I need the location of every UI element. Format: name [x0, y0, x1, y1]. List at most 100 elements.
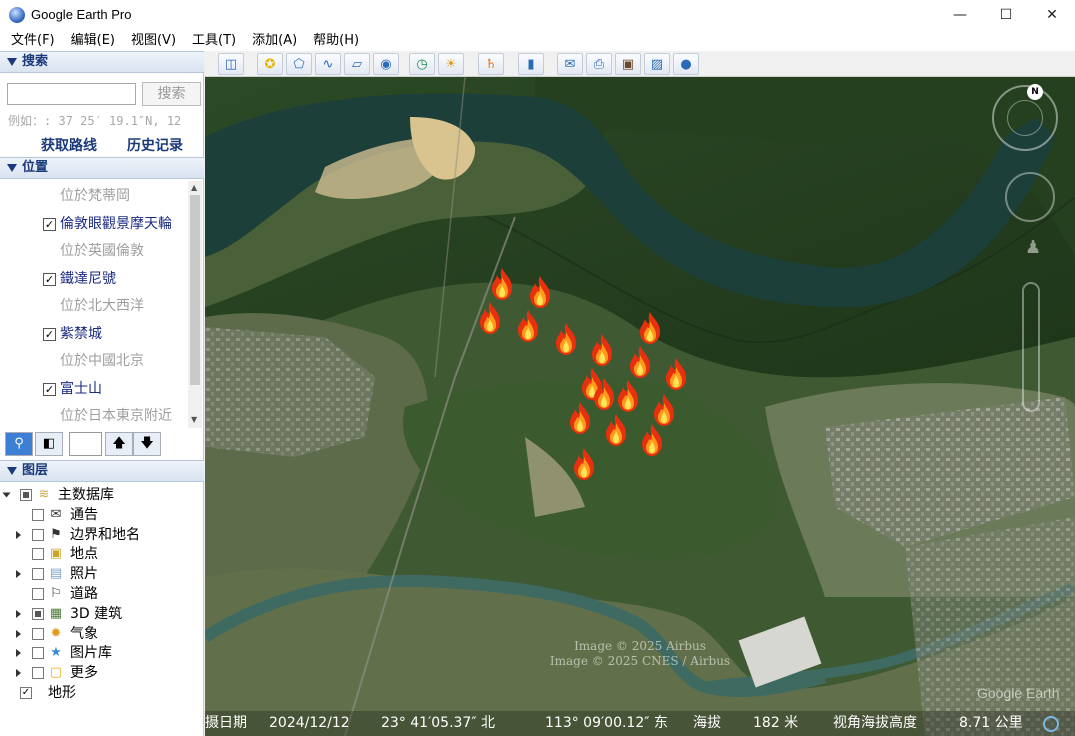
maps-button[interactable]: ●: [673, 53, 699, 75]
minimize-button[interactable]: —: [937, 0, 983, 30]
menu-help[interactable]: 帮助(H): [308, 30, 364, 51]
get-directions-link[interactable]: 获取路线: [41, 135, 97, 155]
email-button[interactable]: ✉: [557, 53, 583, 75]
move-down-button[interactable]: 🡇: [133, 432, 161, 456]
history-button[interactable]: ◷: [409, 53, 435, 75]
look-joystick[interactable]: [1005, 172, 1055, 222]
expander-collapsed-icon[interactable]: [16, 629, 21, 638]
place-checkbox[interactable]: ✓: [43, 327, 56, 341]
layer-item[interactable]: ▢ 更多: [0, 663, 204, 683]
place-checkbox[interactable]: ✓: [43, 272, 56, 286]
layer-checkbox[interactable]: [20, 489, 32, 501]
menu-tools[interactable]: 工具(T): [187, 30, 241, 51]
compass-north-icon[interactable]: N: [1027, 84, 1043, 100]
tour-button[interactable]: ◉: [373, 53, 399, 75]
place-checkbox[interactable]: ✓: [43, 382, 56, 396]
fire-icon[interactable]: [603, 413, 629, 447]
path-button[interactable]: ∿: [315, 53, 341, 75]
search-places-button[interactable]: ⚲: [5, 432, 33, 456]
expander-collapsed-icon[interactable]: [16, 570, 21, 579]
places-filter-input[interactable]: [69, 432, 102, 456]
scroll-up-icon[interactable]: ▲: [191, 183, 197, 192]
layer-item[interactable]: ✹ 气象: [0, 624, 204, 644]
sun-button[interactable]: ☀: [438, 53, 464, 75]
layer-item[interactable]: ▦ 3D 建筑: [0, 604, 204, 624]
fire-icon[interactable]: [651, 393, 677, 427]
fire-icon[interactable]: [571, 447, 597, 481]
fire-icon[interactable]: [567, 401, 593, 435]
planets-button[interactable]: ♄: [478, 53, 504, 75]
layer-checkbox[interactable]: [32, 508, 44, 521]
sidebar-toggle-button[interactable]: ◫: [218, 53, 244, 75]
menu-edit[interactable]: 编辑(E): [66, 30, 120, 51]
layer-item[interactable]: ⚐ 道路: [0, 584, 204, 604]
expander-collapsed-icon[interactable]: [16, 649, 21, 658]
fire-icon[interactable]: [591, 377, 617, 411]
layer-checkbox[interactable]: [32, 588, 44, 600]
layer-checkbox[interactable]: [32, 667, 44, 680]
earth-view[interactable]: N ♟ Image © 2025 Airbus Image © 2025 CNE…: [205, 77, 1075, 736]
layer-checkbox[interactable]: [32, 627, 44, 640]
expander-expanded-icon[interactable]: [2, 492, 11, 498]
fire-icon[interactable]: [589, 333, 615, 367]
menu-view[interactable]: 视图(V): [126, 30, 181, 51]
menu-add[interactable]: 添加(A): [247, 30, 302, 51]
layer-checkbox[interactable]: [32, 568, 44, 581]
fire-icon[interactable]: [527, 275, 553, 309]
search-panel-header[interactable]: 搜索: [0, 51, 204, 73]
overlay-button[interactable]: ▱: [344, 53, 370, 75]
layer-item[interactable]: ▤ 照片: [0, 564, 204, 584]
split-view-button[interactable]: ◧: [35, 432, 63, 456]
search-input[interactable]: [7, 83, 136, 105]
layer-item[interactable]: ≋ 主数据库: [0, 485, 204, 505]
print-button[interactable]: ⎙: [586, 53, 612, 75]
layer-checkbox[interactable]: [32, 548, 44, 561]
navigation-compass[interactable]: [992, 85, 1058, 151]
layer-item[interactable]: ✓ 地形: [0, 683, 204, 703]
layer-item[interactable]: ▣ 地点: [0, 544, 204, 564]
placemark-button[interactable]: ✪: [257, 53, 283, 75]
maximize-button[interactable]: ☐: [983, 0, 1029, 30]
layer-item[interactable]: ✉ 通告: [0, 505, 204, 525]
zoom-slider[interactable]: [1022, 282, 1040, 412]
expander-collapsed-icon[interactable]: [16, 669, 21, 678]
layer-checkbox[interactable]: [32, 528, 44, 541]
move-up-button[interactable]: 🡅: [105, 432, 133, 456]
places-panel-header[interactable]: 位置: [0, 157, 204, 179]
polygon-button[interactable]: ⬠: [286, 53, 312, 75]
ruler-button[interactable]: ▮: [518, 53, 544, 75]
close-button[interactable]: ✕: [1029, 0, 1075, 30]
fire-icon[interactable]: [489, 267, 515, 301]
search-button[interactable]: 搜索: [142, 82, 201, 106]
place-checkbox[interactable]: ✓: [43, 217, 56, 231]
save-image-button[interactable]: ▣: [615, 53, 641, 75]
fire-icon[interactable]: [663, 357, 689, 391]
fire-icon[interactable]: [553, 322, 579, 356]
scroll-thumb[interactable]: [190, 195, 200, 385]
layers-panel-header[interactable]: 图层: [0, 460, 204, 482]
place-item[interactable]: ✓ 倫敦眼觀景摩天輪: [0, 211, 188, 238]
layer-checkbox[interactable]: [32, 607, 44, 620]
fire-icon[interactable]: [515, 309, 541, 343]
layer-item[interactable]: ⚑ 边界和地名: [0, 525, 204, 545]
scroll-down-icon[interactable]: ▼: [191, 415, 197, 424]
expander-collapsed-icon[interactable]: [16, 530, 21, 539]
compass-ring[interactable]: [1007, 100, 1043, 136]
expander-collapsed-icon[interactable]: [16, 609, 21, 618]
save-image-view-button[interactable]: ▨: [644, 53, 670, 75]
history-link[interactable]: 历史记录: [127, 135, 183, 155]
layer-item[interactable]: ★ 图片库: [0, 643, 204, 663]
place-item[interactable]: ✓ 鐵達尼號: [0, 266, 188, 293]
fire-icon[interactable]: [615, 379, 641, 413]
layer-checkbox[interactable]: [32, 647, 44, 660]
menu-file[interactable]: 文件(F): [6, 30, 60, 51]
layer-checkbox[interactable]: ✓: [20, 687, 32, 699]
place-item[interactable]: ✓ 富士山: [0, 376, 188, 403]
fire-icon[interactable]: [637, 311, 663, 345]
fire-icon[interactable]: [627, 345, 653, 379]
street-view-pegman-icon[interactable]: ♟: [1025, 237, 1041, 277]
fire-icon[interactable]: [477, 301, 503, 335]
place-item[interactable]: ✓ 紫禁城: [0, 321, 188, 348]
fire-icon[interactable]: [639, 423, 665, 457]
places-scrollbar[interactable]: ▲ ▼: [188, 181, 202, 428]
